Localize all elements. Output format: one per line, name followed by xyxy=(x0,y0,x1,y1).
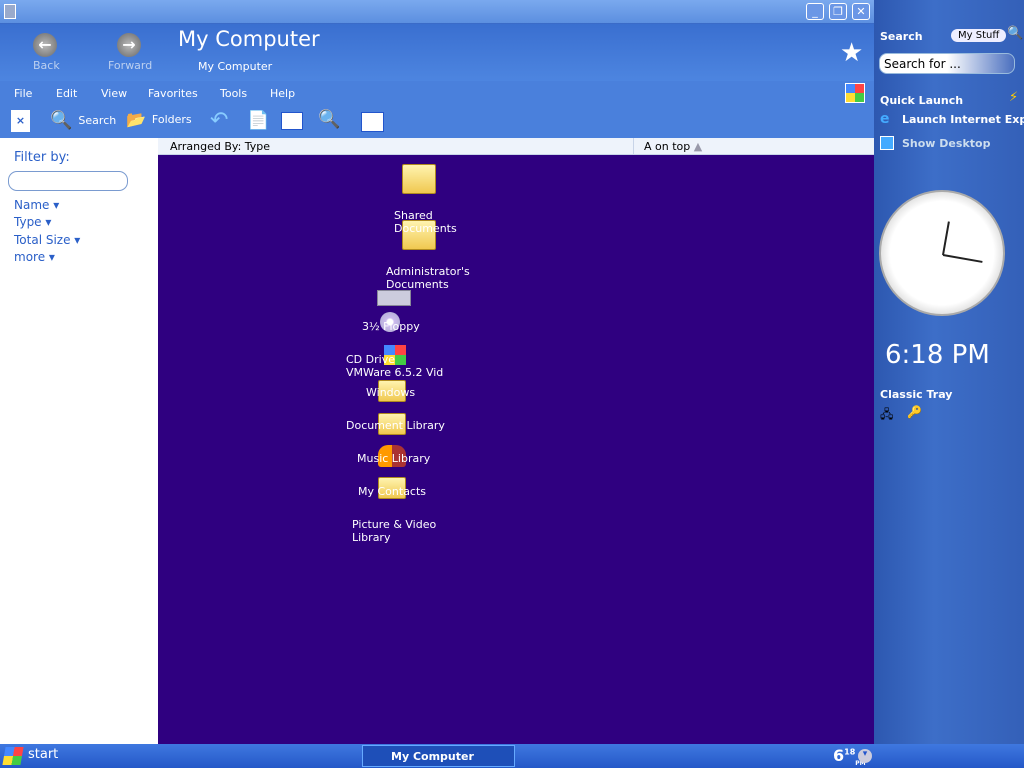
undo-icon[interactable]: ↶ xyxy=(210,108,228,133)
item-label[interactable]: CD Drive xyxy=(346,353,395,366)
sort-order-header[interactable]: A on top ▲ xyxy=(633,138,702,154)
folders-icon: 📂 xyxy=(126,110,146,129)
arranged-by-header[interactable]: Arranged By: Type xyxy=(170,140,270,153)
menu-favorites[interactable]: Favorites xyxy=(148,87,198,100)
search-icon[interactable]: 🔍 xyxy=(1007,26,1023,41)
views-icon[interactable] xyxy=(281,112,303,130)
filter-input[interactable] xyxy=(8,171,128,191)
item-label[interactable]: Windows xyxy=(366,386,415,399)
item-label[interactable]: 3½ Floppy xyxy=(362,320,420,333)
toolbar: × 🔍 Search 📂 Folders ↶ 📄 🔍 xyxy=(0,106,874,138)
navigation-bar: ← Back → Forward My Computer My Computer… xyxy=(0,24,874,81)
windows-flag-icon xyxy=(2,747,24,765)
column-header: Arranged By: Type A on top ▲ xyxy=(158,138,874,155)
back-arrow-icon: ← xyxy=(33,33,57,57)
clock-hour-hand xyxy=(942,221,950,256)
folders-label: Folders xyxy=(151,113,192,126)
item-label[interactable]: Administrator's Documents xyxy=(386,265,470,291)
forward-label: Forward xyxy=(108,59,153,72)
folder-icon[interactable] xyxy=(402,164,436,194)
forward-button[interactable]: → xyxy=(117,33,141,57)
search-label: Search xyxy=(78,114,117,127)
item-label[interactable]: Picture & Video Library xyxy=(352,518,436,544)
quick-launch-title: Quick Launch xyxy=(880,94,964,107)
menu-view[interactable]: View xyxy=(101,87,127,100)
taskbar-my-computer[interactable]: My Computer xyxy=(362,745,515,767)
back-label: Back xyxy=(33,59,60,72)
search-icon: 🔍 xyxy=(50,110,73,131)
item-label[interactable]: Shared Documents xyxy=(394,209,457,235)
item-label[interactable]: Music Library xyxy=(357,452,430,465)
my-computer-icon xyxy=(4,4,16,19)
breadcrumb: My Computer xyxy=(198,60,273,73)
show-desktop-link[interactable]: Show Desktop xyxy=(902,137,990,150)
show-desktop-icon xyxy=(880,136,894,150)
tray-icon[interactable]: 🖧 xyxy=(880,405,893,426)
windows-logo-icon xyxy=(845,83,865,103)
back-button[interactable]: ← xyxy=(33,33,59,57)
analog-clock xyxy=(879,190,1005,316)
favorites-star-icon[interactable]: ★ xyxy=(840,38,863,68)
menu-help[interactable]: Help xyxy=(270,87,295,100)
menu-edit[interactable]: Edit xyxy=(56,87,77,100)
details-view-icon[interactable] xyxy=(361,112,384,132)
item-label[interactable]: Document Library xyxy=(346,419,445,432)
folders-button[interactable]: 📂 Folders xyxy=(126,110,192,129)
filter-name[interactable]: Name ▾ xyxy=(14,198,59,212)
minimize-button[interactable]: _ xyxy=(806,3,824,20)
file-view: Shared Documents Administrator's Documents… xyxy=(158,155,874,744)
item-label[interactable]: VMWare 6.5.2 Vid xyxy=(346,366,443,379)
tray-key-icon[interactable]: 🔑 xyxy=(907,405,922,419)
delete-icon[interactable]: × xyxy=(11,110,30,132)
page-title: My Computer xyxy=(178,27,320,51)
digital-time: 6:18 PM xyxy=(885,340,990,370)
sidebar-search-input[interactable]: Search for ... xyxy=(879,53,1015,74)
lightning-icon: ⚡ xyxy=(1009,90,1019,105)
taskbar: start My Computer 618PM ▾ xyxy=(0,744,1024,768)
title-bar: _ ❐ ✕ xyxy=(0,0,874,24)
filter-more[interactable]: more ▾ xyxy=(14,250,55,264)
filter-type[interactable]: Type ▾ xyxy=(14,215,51,229)
search-button[interactable]: 🔍 Search xyxy=(50,110,116,131)
search-title: Search xyxy=(880,30,923,43)
item-label[interactable]: My Contacts xyxy=(358,485,426,498)
chevron-down-icon[interactable]: ▾ xyxy=(858,749,872,763)
menu-file[interactable]: File xyxy=(14,87,32,100)
classic-tray-title: Classic Tray xyxy=(880,388,953,401)
floppy-drive-icon[interactable] xyxy=(377,290,411,306)
maximize-button[interactable]: ❐ xyxy=(829,3,847,20)
copy-to-icon[interactable]: 📄 xyxy=(247,110,269,131)
search-options-icon[interactable]: 🔍 xyxy=(318,109,340,130)
filter-title: Filter by: xyxy=(14,150,70,165)
clock-minute-hand xyxy=(942,254,983,263)
internet-explorer-icon: e xyxy=(880,111,890,127)
filter-pane: Filter by: Name ▾ Type ▾ Total Size ▾ mo… xyxy=(0,138,158,744)
menu-bar: File Edit View Favorites Tools Help xyxy=(0,81,874,106)
launch-ie-link[interactable]: Launch Internet Explorer xyxy=(902,113,1024,126)
sidebar: Search My Stuff 🔍 Search for ... Quick L… xyxy=(874,0,1024,744)
filter-total-size[interactable]: Total Size ▾ xyxy=(14,233,80,247)
my-stuff-button[interactable]: My Stuff xyxy=(951,29,1007,42)
menu-tools[interactable]: Tools xyxy=(220,87,247,100)
forward-arrow-icon: → xyxy=(117,33,141,57)
close-button[interactable]: ✕ xyxy=(852,3,870,20)
